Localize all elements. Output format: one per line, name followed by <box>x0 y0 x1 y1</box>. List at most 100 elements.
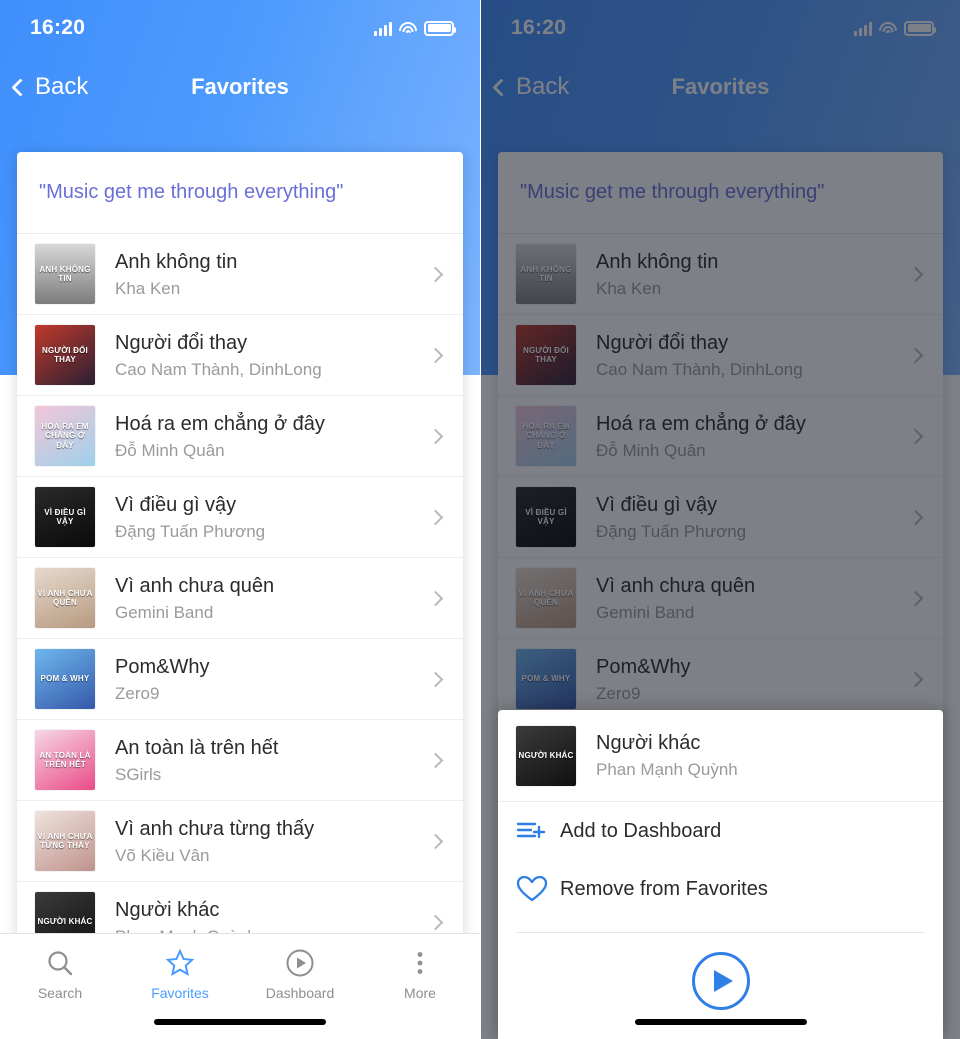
song-artist: Kha Ken <box>115 278 181 298</box>
song-title: Vì anh chưa từng thấy <box>115 817 315 840</box>
album-art-text: HOÁ RA EM CHẲNG Ở ĐÂY <box>41 422 89 450</box>
album-art: ANH KHÔNG TIN <box>35 244 95 304</box>
remove-from-favorites-label: Remove from Favorites <box>560 877 768 900</box>
chevron-right-icon <box>427 833 444 849</box>
album-art-text: AN TOÀN LÀ TRÊN HẾT <box>39 750 91 769</box>
play-button-area <box>498 933 943 1029</box>
star-icon <box>165 948 195 978</box>
song-meta: Hoá ra em chẳng ở đây Đỗ Minh Quân <box>95 412 430 461</box>
phone-screen-left: 16:20 Back Favorites "Music get me throu… <box>0 0 480 1039</box>
status-time: 16:20 <box>30 16 86 39</box>
add-to-dashboard-button[interactable]: Add to Dashboard <box>498 802 943 860</box>
album-art-text: VÌ ANH CHƯA TỪNG THẤY <box>37 831 93 850</box>
song-title: An toàn là trên hết <box>115 736 279 759</box>
song-title: Pom&Why <box>115 655 210 678</box>
status-bar: 16:20 <box>0 0 480 56</box>
song-artist: Zero9 <box>115 683 160 703</box>
song-title: Vì anh chưa quên <box>115 574 275 597</box>
chevron-right-icon <box>427 509 444 525</box>
song-artist: SGirls <box>115 764 162 784</box>
cellular-signal-icon <box>374 21 392 36</box>
action-sheet: NGƯỜI KHÁC Người khác Phan Mạnh Quỳnh Ad… <box>498 710 943 1039</box>
album-art-text: POM & WHY <box>40 674 90 684</box>
song-row[interactable]: POM & WHY Pom&Why Zero9 <box>17 639 463 720</box>
song-title: Người đổi thay <box>115 331 248 354</box>
chevron-left-icon <box>11 77 30 97</box>
navigation-bar: Back Favorites <box>0 60 480 114</box>
album-art: VÌ ĐIỀU GÌ VẬY <box>35 487 95 547</box>
favorites-card: "Music get me through everything" ANH KH… <box>17 152 463 1039</box>
play-button[interactable] <box>691 952 750 1010</box>
song-meta: Vì anh chưa từng thấy Võ Kiều Vân <box>95 817 430 866</box>
more-dots-icon <box>405 948 435 978</box>
add-to-list-icon <box>516 819 560 843</box>
status-icons <box>374 20 456 36</box>
battery-icon <box>424 20 456 36</box>
song-meta: Người khác Phan Mạnh Quỳnh <box>576 731 927 780</box>
album-art: NGƯỜI KHÁC <box>516 725 576 786</box>
play-circle-icon <box>285 948 315 978</box>
search-icon <box>45 948 75 978</box>
back-label: Back <box>35 73 89 100</box>
song-meta: Anh không tin Kha Ken <box>95 250 430 299</box>
album-art-text: VÌ ANH CHƯA QUÊN <box>37 588 93 607</box>
song-row[interactable]: NGƯỜI ĐỔI THAY Người đổi thay Cao Nam Thàn… <box>17 315 463 396</box>
album-art: HOÁ RA EM CHẲNG Ở ĐÂY <box>35 406 95 466</box>
song-row[interactable]: VÌ ANH CHƯA QUÊN Vì anh chưa quên Gemini B… <box>17 558 463 639</box>
song-artist: Đặng Tuấn Phương <box>115 521 266 541</box>
heart-icon <box>516 875 560 903</box>
chevron-right-icon <box>427 752 444 768</box>
song-artist: Phan Mạnh Quỳnh <box>596 760 738 779</box>
song-title: Người khác <box>115 898 220 921</box>
chevron-right-icon <box>427 590 444 606</box>
screenshot-stage: 16:20 Back Favorites "Music get me throu… <box>0 0 960 1039</box>
album-art: NGƯỜI ĐỔI THAY <box>35 325 95 385</box>
home-indicator-right <box>634 1019 807 1025</box>
album-art-text: NGƯỜI KHÁC <box>518 750 574 760</box>
song-row[interactable]: AN TOÀN LÀ TRÊN HẾT An toàn là trên hết SG… <box>17 720 463 801</box>
album-art-text: ANH KHÔNG TIN <box>39 264 91 283</box>
song-meta: An toàn là trên hết SGirls <box>95 736 430 785</box>
tab-label: Search <box>37 985 83 1001</box>
add-to-dashboard-label: Add to Dashboard <box>560 819 722 842</box>
song-title: Vì điều gì vậy <box>115 493 237 516</box>
song-meta: Vì anh chưa quên Gemini Band <box>95 574 430 623</box>
song-artist: Gemini Band <box>115 602 214 622</box>
home-indicator <box>154 1019 326 1025</box>
album-art: VÌ ANH CHƯA TỪNG THẤY <box>35 811 95 871</box>
song-artist: Đỗ Minh Quân <box>115 440 225 460</box>
chevron-right-icon <box>427 428 444 444</box>
action-sheet-song: NGƯỜI KHÁC Người khác Phan Mạnh Quỳnh <box>498 710 943 802</box>
album-art: AN TOÀN LÀ TRÊN HẾT <box>35 730 95 790</box>
song-meta: Người đổi thay Cao Nam Thành, DinhLong <box>95 331 430 380</box>
song-row[interactable]: HOÁ RA EM CHẲNG Ở ĐÂYHoá ra em chẳng ở đ… <box>17 396 463 477</box>
album-art-text: NGƯỜI ĐỔI THAY <box>42 345 88 364</box>
song-row[interactable]: ANH KHÔNG TIN Anh không tin Kha Ken <box>17 234 463 315</box>
song-artist: Võ Kiều Vân <box>115 845 210 865</box>
song-list[interactable]: ANH KHÔNG TIN Anh không tin Kha Ken NGƯỜI Đ… <box>17 234 463 963</box>
play-icon <box>713 970 733 992</box>
song-meta: Pom&Why Zero9 <box>95 655 430 704</box>
song-row[interactable]: VÌ ĐIỀU GÌ VẬY Vì điều gì vậy Đặng Tuấn Ph… <box>17 477 463 558</box>
chevron-right-icon <box>427 347 444 363</box>
tab-label: More <box>404 985 436 1001</box>
song-artist: Cao Nam Thành, DinhLong <box>115 359 322 379</box>
tab-more[interactable]: More <box>360 934 480 1039</box>
phone-screen-right: 16:20 Back Favorites "Music get me throu… <box>480 0 960 1039</box>
wifi-icon <box>399 21 417 36</box>
album-art: POM & WHY <box>35 649 95 709</box>
tab-label: Favorites <box>151 985 209 1001</box>
song-meta: Vì điều gì vậy Đặng Tuấn Phương <box>95 493 430 542</box>
album-art: VÌ ANH CHƯA QUÊN <box>35 568 95 628</box>
back-button[interactable]: Back <box>11 73 89 101</box>
tab-search[interactable]: Search <box>0 934 120 1039</box>
song-row[interactable]: VÌ ANH CHƯA TỪNG THẤYVì anh chưa từng th… <box>17 801 463 882</box>
chevron-right-icon <box>427 671 444 687</box>
remove-from-favorites-button[interactable]: Remove from Favorites <box>498 860 943 918</box>
song-title: Anh không tin <box>115 250 238 273</box>
tab-label: Dashboard <box>265 985 335 1001</box>
quote-text: "Music get me through everything" <box>17 152 463 234</box>
song-title: Người khác <box>596 732 701 754</box>
song-title: Hoá ra em chẳng ở đây <box>115 412 325 435</box>
chevron-right-icon <box>427 914 444 930</box>
